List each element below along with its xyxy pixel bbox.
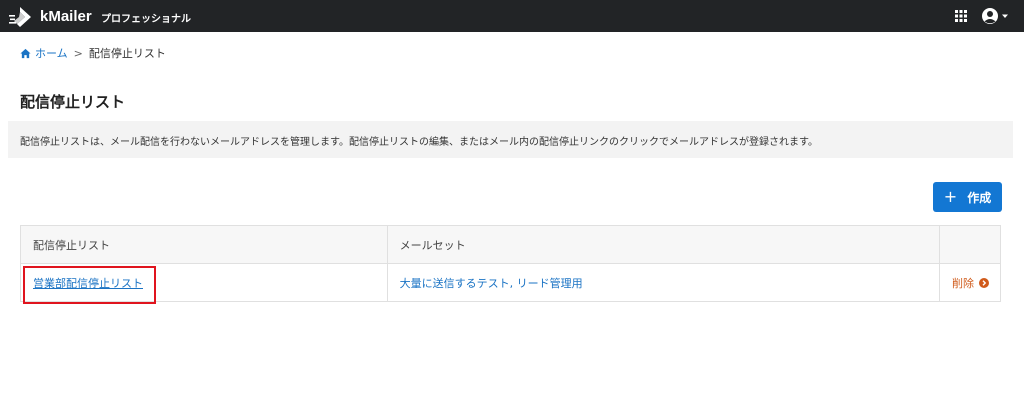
home-icon[interactable] <box>20 48 31 59</box>
table-row: 営業部配信停止リスト 大量に送信するテスト, リード管理用 削除 <box>20 263 1001 302</box>
top-navigation-bar: kMailer プロフェッショナル <box>0 0 1024 32</box>
mailset-link[interactable]: 大量に送信するテスト, リード管理用 <box>400 277 583 290</box>
edition-label: プロフェッショナル <box>101 14 191 25</box>
plus-icon: + <box>943 187 958 206</box>
breadcrumb: ホーム > 配信停止リスト <box>20 46 166 60</box>
create-button[interactable]: + 作成 <box>933 182 1002 212</box>
user-avatar-icon[interactable] <box>981 6 1013 26</box>
column-header-mailset: メールセット <box>386 225 941 264</box>
breadcrumb-current: 配信停止リスト <box>88 47 166 60</box>
mailset-cell: 大量に送信するテスト, リード管理用 <box>386 263 941 302</box>
actions-cell: 削除 <box>939 263 1001 302</box>
page-description: 配信停止リストは、メール配信を行わないメールアドレスを管理します。配信停止リスト… <box>8 121 1013 158</box>
delete-label: 削除 <box>952 276 975 290</box>
list-name-link[interactable]: 営業部配信停止リスト <box>33 277 143 290</box>
column-header-actions <box>939 225 1001 264</box>
grid-icon[interactable] <box>955 10 967 22</box>
unsubscribe-list-table: 配信停止リスト メールセット 営業部配信停止リスト 大量に送信するテスト, リー… <box>20 225 1001 302</box>
column-header-list: 配信停止リスト <box>20 225 388 264</box>
create-button-label: 作成 <box>967 190 992 205</box>
delete-link[interactable]: 削除 <box>952 275 990 291</box>
brand-name[interactable]: kMailer <box>40 8 92 25</box>
kmailer-logo-icon[interactable] <box>8 6 32 28</box>
list-name-cell: 営業部配信停止リスト <box>20 263 388 302</box>
chevron-down-icon <box>1002 14 1008 18</box>
page-title: 配信停止リスト <box>20 93 126 111</box>
chevron-right-icon: > <box>73 46 83 60</box>
arrow-right-circle-icon <box>979 277 990 288</box>
table-header-row: 配信停止リスト メールセット <box>20 225 1001 264</box>
breadcrumb-home-link[interactable]: ホーム <box>35 45 68 61</box>
